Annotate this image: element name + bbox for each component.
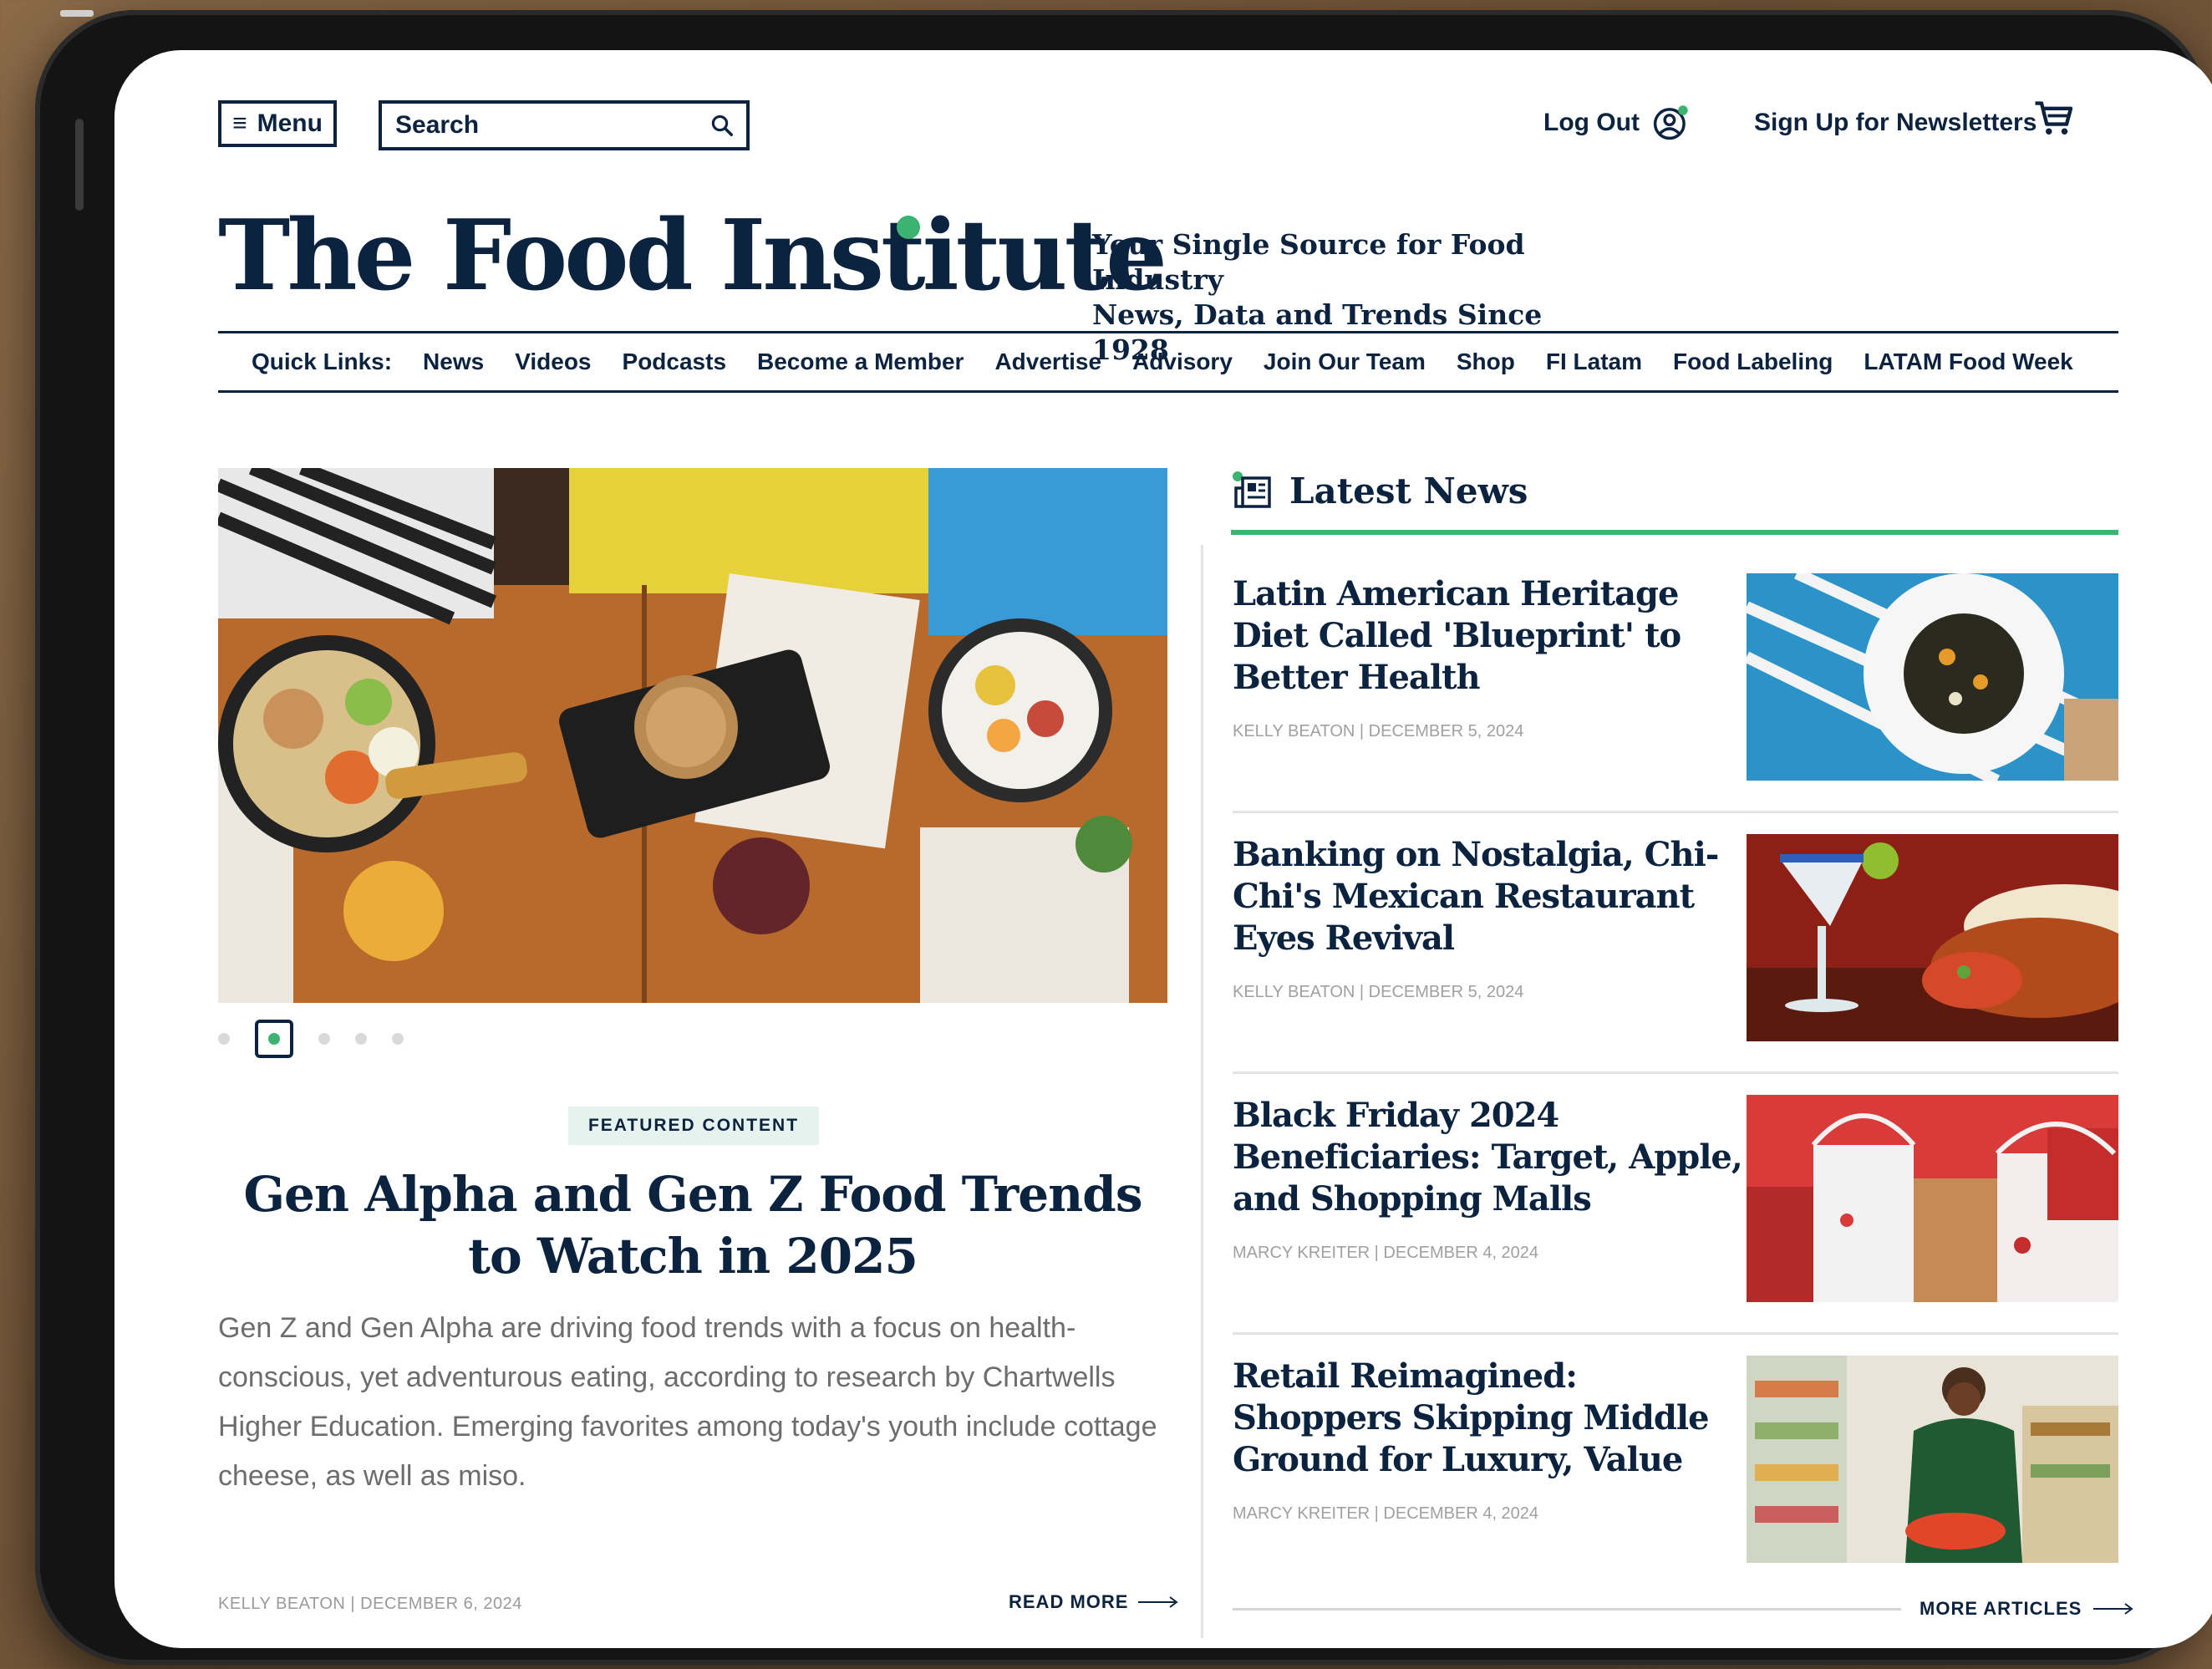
news-item-title[interactable]: Black Friday 2024 Beneficiaries: Target,…	[1233, 1095, 1743, 1220]
search-input[interactable]: Search	[379, 100, 750, 150]
column-divider	[1201, 545, 1203, 1638]
news-item-byline: MARCY KREITER | DECEMBER 4, 2024	[1233, 1504, 1539, 1523]
quick-link-podcasts[interactable]: Podcasts	[623, 349, 727, 375]
user-account-icon	[1653, 105, 1688, 140]
cart-icon	[2035, 101, 2073, 135]
volume-button	[75, 119, 84, 211]
menu-label: Menu	[257, 109, 323, 137]
quick-link-news[interactable]: News	[423, 349, 484, 375]
news-item-thumbnail[interactable]	[1747, 834, 2118, 1041]
hamburger-icon: ≡	[232, 109, 247, 137]
latest-news-header: Latest News	[1231, 470, 1528, 511]
news-item[interactable]: Latin American Heritage Diet Called 'Blu…	[1233, 573, 2118, 786]
power-button	[60, 10, 94, 17]
tablet-device: ≡ Menu Search Log Out Sign Up for Newsle…	[35, 10, 2212, 1665]
read-more-link[interactable]: READ MORE	[1009, 1591, 1179, 1613]
more-articles-link[interactable]: MORE ARTICLES	[1920, 1598, 2133, 1620]
logout-link[interactable]: Log Out	[1543, 104, 1690, 142]
more-articles-rule	[1233, 1608, 1901, 1610]
logo-dot-icon	[897, 216, 920, 239]
newspaper-icon	[1233, 471, 1271, 508]
cart-button[interactable]	[2033, 97, 2075, 143]
featured-image[interactable]	[218, 468, 1167, 1003]
read-more-label: READ MORE	[1009, 1591, 1129, 1612]
news-item-thumbnail[interactable]	[1747, 1095, 2118, 1302]
logo-text: The Food Institute	[218, 199, 1167, 313]
tablet-screen: ≡ Menu Search Log Out Sign Up for Newsle…	[114, 50, 2212, 1648]
featured-byline: KELLY BEATON | DECEMBER 6, 2024	[218, 1595, 522, 1613]
quick-link-fi-latam[interactable]: FI Latam	[1546, 349, 1642, 375]
news-separator	[1233, 1071, 2118, 1074]
arrow-right-icon	[2093, 1603, 2133, 1615]
news-item-title[interactable]: Banking on Nostalgia, Chi-Chi's Mexican …	[1233, 834, 1742, 959]
featured-title[interactable]: Gen Alpha and Gen Z Food Trends to Watch…	[218, 1163, 1167, 1287]
search-placeholder: Search	[395, 111, 480, 139]
site-logo[interactable]: The Food Institute	[218, 199, 1167, 313]
quick-link-shop[interactable]: Shop	[1457, 349, 1515, 375]
news-item[interactable]: Banking on Nostalgia, Chi-Chi's Mexican …	[1233, 834, 2118, 1046]
carousel-dot[interactable]	[355, 1033, 367, 1045]
logout-label: Log Out	[1543, 109, 1640, 136]
quick-links-nav: Quick Links: News Videos Podcasts Become…	[218, 331, 2118, 393]
news-item-title[interactable]: Retail Reimagined: Shoppers Skipping Mid…	[1233, 1356, 1742, 1481]
quick-link-become-member[interactable]: Become a Member	[757, 349, 964, 375]
news-separator	[1233, 1332, 2118, 1335]
quick-link-food-labeling[interactable]: Food Labeling	[1673, 349, 1833, 375]
menu-button[interactable]: ≡ Menu	[218, 100, 337, 147]
tagline-line-1: Your Single Source for Food Industry	[1092, 228, 1525, 296]
latest-news-title: Latest News	[1289, 470, 1528, 511]
news-separator	[1233, 811, 2118, 813]
news-item-byline: KELLY BEATON | DECEMBER 5, 2024	[1233, 722, 1524, 740]
top-bar: ≡ Menu Search Log Out Sign Up for Newsle…	[114, 50, 2212, 184]
featured-description: Gen Z and Gen Alpha are driving food tre…	[218, 1312, 1157, 1492]
carousel-dot-active[interactable]	[255, 1020, 293, 1058]
carousel-dot[interactable]	[392, 1033, 404, 1045]
carousel-dot[interactable]	[318, 1033, 330, 1045]
news-item[interactable]: Black Friday 2024 Beneficiaries: Target,…	[1233, 1095, 2118, 1307]
quick-link-latam-food-week[interactable]: LATAM Food Week	[1864, 349, 2072, 375]
latest-news-underline	[1231, 530, 2118, 535]
news-item-byline: KELLY BEATON | DECEMBER 5, 2024	[1233, 983, 1524, 1001]
featured-content-badge: FEATURED CONTENT	[568, 1107, 819, 1145]
quick-link-advertise[interactable]: Advertise	[994, 349, 1101, 375]
news-item-thumbnail[interactable]	[1747, 1356, 2118, 1563]
quick-links-label: Quick Links:	[252, 349, 393, 374]
carousel-dot[interactable]	[218, 1033, 230, 1045]
arrow-right-icon	[1138, 1596, 1179, 1608]
carousel-indicators	[218, 1020, 404, 1058]
news-item[interactable]: Retail Reimagined: Shoppers Skipping Mid…	[1233, 1356, 2118, 1568]
search-icon[interactable]	[709, 113, 735, 138]
newsletter-signup-link[interactable]: Sign Up for Newsletters	[1754, 109, 2037, 137]
news-item-byline: MARCY KREITER | DECEMBER 4, 2024	[1233, 1244, 1539, 1262]
quick-link-join-team[interactable]: Join Our Team	[1264, 349, 1426, 375]
news-item-thumbnail[interactable]	[1747, 573, 2118, 781]
quick-link-advisory[interactable]: Advisory	[1132, 349, 1233, 375]
quick-link-videos[interactable]: Videos	[515, 349, 591, 375]
more-articles-label: MORE ARTICLES	[1920, 1598, 2082, 1619]
news-item-title[interactable]: Latin American Heritage Diet Called 'Blu…	[1233, 573, 1742, 699]
